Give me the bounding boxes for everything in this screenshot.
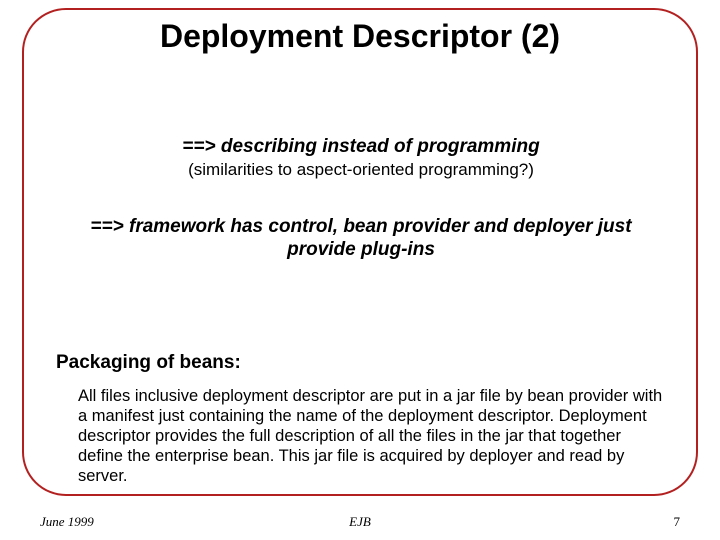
point-1-sub: (similarities to aspect-oriented program… (56, 160, 666, 180)
slide-title: Deployment Descriptor (2) (0, 18, 720, 55)
point-1-main: ==> describing instead of programming (56, 136, 666, 158)
slide-body: ==> describing instead of programming (s… (56, 120, 666, 486)
section-body-text: All files inclusive deployment descripto… (78, 386, 666, 487)
footer-topic: EJB (40, 514, 680, 530)
section-heading: Packaging of beans: (56, 352, 666, 374)
point-2: ==> framework has control, bean provider… (56, 216, 666, 262)
slide: Deployment Descriptor (2) ==> describing… (0, 0, 720, 540)
footer-page-number: 7 (674, 514, 681, 530)
